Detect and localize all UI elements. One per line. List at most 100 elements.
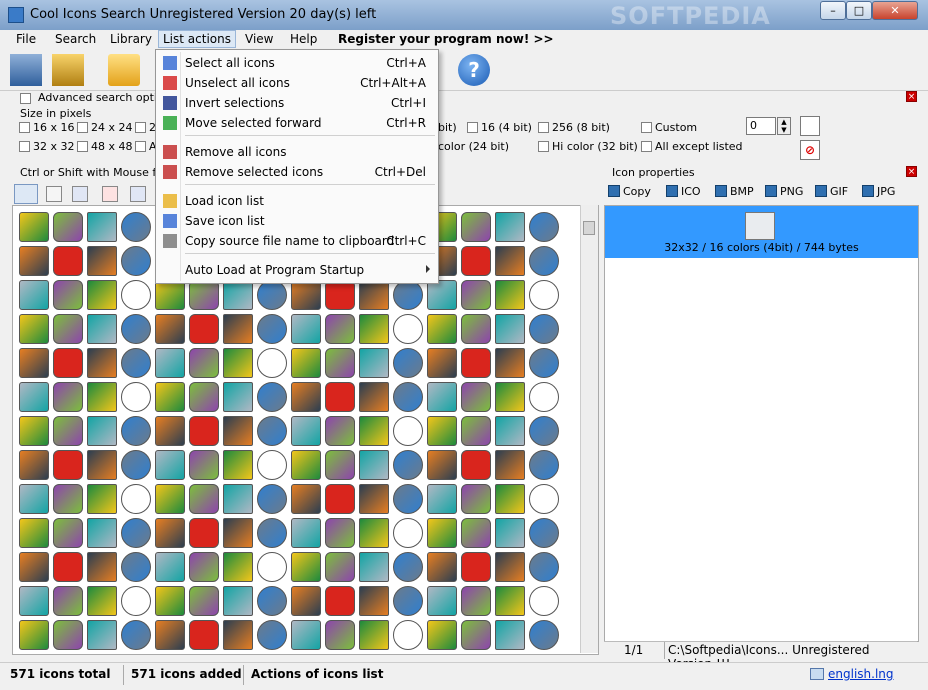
bmp-button[interactable]: BMP bbox=[715, 185, 754, 198]
icon-thumbnail[interactable] bbox=[257, 450, 287, 480]
size-all-checkbox[interactable] bbox=[135, 141, 146, 152]
icon-thumbnail[interactable] bbox=[155, 484, 185, 514]
icon-thumbnail[interactable] bbox=[325, 518, 355, 548]
icon-thumbnail[interactable] bbox=[53, 586, 83, 616]
icon-thumbnail[interactable] bbox=[325, 348, 355, 378]
icon-thumbnail[interactable] bbox=[87, 450, 117, 480]
icon-thumbnail[interactable] bbox=[87, 382, 117, 412]
icon-thumbnail[interactable] bbox=[291, 586, 321, 616]
icon-thumbnail[interactable] bbox=[189, 382, 219, 412]
icon-thumbnail[interactable] bbox=[223, 586, 253, 616]
icon-thumbnail[interactable] bbox=[121, 382, 151, 412]
icon-thumbnail[interactable] bbox=[359, 382, 389, 412]
icon-thumbnail[interactable] bbox=[427, 280, 457, 310]
icon-thumbnail[interactable] bbox=[223, 382, 253, 412]
icon-thumbnail[interactable] bbox=[121, 450, 151, 480]
icon-thumbnail[interactable] bbox=[189, 484, 219, 514]
icon-thumbnail[interactable] bbox=[427, 620, 457, 650]
menu-item-unselect-all-icons[interactable]: Unselect all icons Ctrl+Alt+A bbox=[156, 73, 438, 93]
icon-thumbnail[interactable] bbox=[53, 212, 83, 242]
icon-thumbnail[interactable] bbox=[19, 280, 49, 310]
icon-thumbnail[interactable] bbox=[495, 620, 525, 650]
menu-item-save-icon-list[interactable]: Save icon list bbox=[156, 211, 438, 231]
scroll-thumb[interactable] bbox=[583, 221, 595, 235]
icon-thumbnail[interactable] bbox=[393, 450, 423, 480]
advanced-checkbox[interactable] bbox=[20, 93, 31, 104]
icon-thumbnail[interactable] bbox=[121, 620, 151, 650]
icon-thumbnail[interactable] bbox=[121, 586, 151, 616]
color-256-checkbox[interactable] bbox=[538, 122, 549, 133]
icon-thumbnail[interactable] bbox=[359, 280, 389, 310]
help-icon[interactable]: ? bbox=[458, 54, 490, 86]
icon-thumbnail[interactable] bbox=[291, 416, 321, 446]
icon-thumbnail[interactable] bbox=[461, 382, 491, 412]
icon-thumbnail[interactable] bbox=[155, 280, 185, 310]
icon-thumbnail[interactable] bbox=[19, 212, 49, 242]
icon-thumbnail[interactable] bbox=[325, 484, 355, 514]
icon-thumbnail[interactable] bbox=[53, 620, 83, 650]
icon-thumbnail[interactable] bbox=[155, 518, 185, 548]
size-16-checkbox[interactable] bbox=[19, 122, 30, 133]
icon-thumbnail[interactable] bbox=[529, 484, 559, 514]
icon-thumbnail[interactable] bbox=[19, 620, 49, 650]
icon-thumbnail[interactable] bbox=[359, 314, 389, 344]
icon-thumbnail[interactable] bbox=[461, 620, 491, 650]
icon-thumbnail[interactable] bbox=[121, 348, 151, 378]
icon-thumbnail[interactable] bbox=[291, 382, 321, 412]
icon-thumbnail[interactable] bbox=[257, 518, 287, 548]
icon-thumbnail[interactable] bbox=[291, 518, 321, 548]
icon-thumbnail[interactable] bbox=[87, 212, 117, 242]
minimize-button[interactable]: – bbox=[820, 1, 846, 20]
icon-thumbnail[interactable] bbox=[121, 314, 151, 344]
icon-thumbnail[interactable] bbox=[427, 314, 457, 344]
icon-thumbnail[interactable] bbox=[461, 280, 491, 310]
icon-thumbnail[interactable] bbox=[87, 586, 117, 616]
icon-thumbnail[interactable] bbox=[189, 518, 219, 548]
icon-thumbnail[interactable] bbox=[53, 450, 83, 480]
icon-thumbnail[interactable] bbox=[393, 552, 423, 582]
icon-thumbnail[interactable] bbox=[529, 314, 559, 344]
icon-thumbnail[interactable] bbox=[393, 382, 423, 412]
icon-thumbnail[interactable] bbox=[529, 518, 559, 548]
menu-register[interactable]: Register your program now! >> bbox=[338, 32, 554, 46]
icon-thumbnail[interactable] bbox=[223, 518, 253, 548]
icon-thumbnail[interactable] bbox=[393, 518, 423, 548]
icon-thumbnail[interactable] bbox=[87, 280, 117, 310]
icon-thumbnail[interactable] bbox=[87, 314, 117, 344]
icon-thumbnail[interactable] bbox=[223, 450, 253, 480]
icon-thumbnail[interactable] bbox=[121, 416, 151, 446]
icon-thumbnail[interactable] bbox=[359, 620, 389, 650]
icon-thumbnail[interactable] bbox=[291, 450, 321, 480]
icon-thumbnail[interactable] bbox=[461, 416, 491, 446]
icon-thumbnail[interactable] bbox=[121, 212, 151, 242]
icon-thumbnail[interactable] bbox=[359, 518, 389, 548]
menu-help[interactable]: Help bbox=[290, 32, 317, 46]
icon-thumbnail[interactable] bbox=[325, 314, 355, 344]
icon-thumbnail[interactable] bbox=[529, 552, 559, 582]
gif-button[interactable]: GIF bbox=[815, 185, 848, 198]
icon-thumbnail[interactable] bbox=[223, 348, 253, 378]
menu-search[interactable]: Search bbox=[55, 32, 96, 46]
icon-thumbnail[interactable] bbox=[393, 348, 423, 378]
icon-thumbnail[interactable] bbox=[529, 620, 559, 650]
menu-item-copy-source-file-name-to-clipboard[interactable]: Copy source file name to clipboard Ctrl+C bbox=[156, 231, 438, 251]
icon-thumbnail[interactable] bbox=[53, 382, 83, 412]
icon-thumbnail[interactable] bbox=[53, 416, 83, 446]
icon-thumbnail[interactable] bbox=[495, 348, 525, 378]
icon-thumbnail[interactable] bbox=[325, 620, 355, 650]
icon-thumbnail[interactable] bbox=[121, 552, 151, 582]
menu-item-move-selected-forward[interactable]: Move selected forward Ctrl+R bbox=[156, 113, 438, 133]
icon-thumbnail[interactable] bbox=[257, 620, 287, 650]
icon-thumbnail[interactable] bbox=[495, 416, 525, 446]
menu-file[interactable]: File bbox=[16, 32, 36, 46]
icon-thumbnail[interactable] bbox=[155, 382, 185, 412]
icon-thumbnail[interactable] bbox=[87, 484, 117, 514]
icon-thumbnail[interactable] bbox=[257, 552, 287, 582]
copy-button[interactable]: Copy bbox=[608, 185, 651, 198]
icon-thumbnail[interactable] bbox=[461, 484, 491, 514]
icon-thumbnail[interactable] bbox=[427, 382, 457, 412]
icon-thumbnail[interactable] bbox=[359, 348, 389, 378]
icons-vertical-scrollbar[interactable] bbox=[580, 205, 598, 653]
color-32-checkbox[interactable] bbox=[538, 141, 549, 152]
icon-thumbnail[interactable] bbox=[529, 280, 559, 310]
